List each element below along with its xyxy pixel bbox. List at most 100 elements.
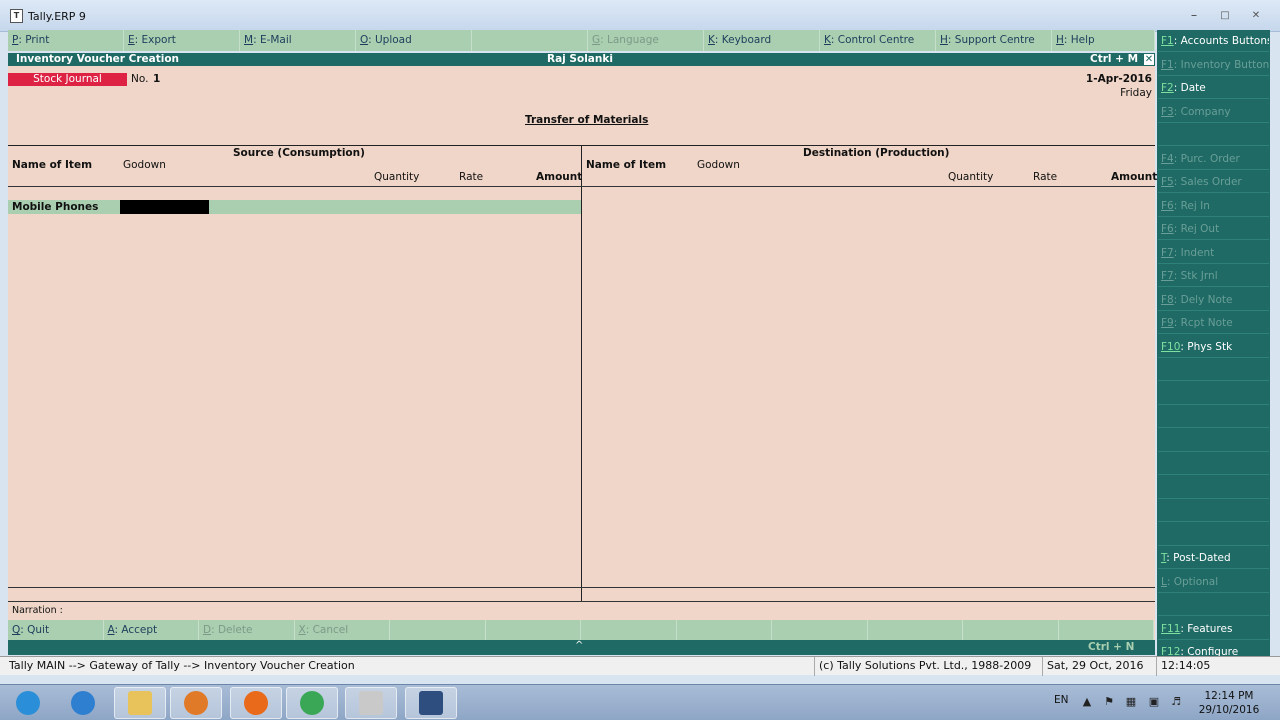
close-screen-icon[interactable]: ✕ (1143, 53, 1155, 66)
side-button-5[interactable]: F4: Purc. Order (1158, 147, 1269, 170)
shortcut-key: K (708, 34, 715, 46)
top-button-7[interactable]: K: Control Centre (820, 30, 936, 51)
start-button-icon[interactable] (2, 687, 54, 719)
top-button-9[interactable]: H: Help (1052, 30, 1155, 51)
top-button-bar: P: Print E: Export M: E-Mail O: Upload G: La… (8, 30, 1155, 51)
side-button-0[interactable]: F1: Accounts Buttons (1158, 30, 1269, 52)
source-godown-header: Godown (123, 159, 166, 171)
divider (8, 186, 1155, 187)
top-button-0[interactable]: P: Print (8, 30, 124, 51)
button-label: : Support Centre (947, 34, 1035, 46)
button-label: : Optional (1166, 575, 1219, 588)
save-disk-glyph (419, 691, 443, 715)
side-button-1[interactable]: F1: Inventory Buttons (1158, 53, 1269, 76)
side-button-13[interactable]: F10: Phys Stk (1158, 335, 1269, 358)
top-button-8[interactable]: H: Support Centre (936, 30, 1052, 51)
bottom-button-2[interactable]: D: Delete (199, 620, 295, 640)
top-button-1[interactable]: E: Export (124, 30, 240, 51)
side-button-8[interactable]: F6: Rej Out (1158, 218, 1269, 240)
close-window-button[interactable]: ✕ (1243, 10, 1269, 24)
bottom-button-1[interactable]: A: Accept (103, 620, 199, 640)
top-button-2[interactable]: M: E-Mail (240, 30, 356, 51)
shortcut-key: F8 (1161, 293, 1174, 306)
network-icon[interactable]: ▣ (1148, 696, 1160, 708)
shortcut-key: F10 (1161, 340, 1181, 353)
side-button-16 (1158, 406, 1269, 428)
side-button-11[interactable]: F8: Dely Note (1158, 288, 1269, 311)
language-indicator[interactable]: EN (1054, 694, 1069, 706)
side-button-4 (1158, 124, 1269, 146)
tally-app-icon[interactable] (345, 687, 397, 719)
firefox-glyph (244, 691, 268, 715)
taskbar-clock[interactable]: 12:14 PM 29/10/2016 (1194, 689, 1264, 717)
voucher-type-badge[interactable]: Stock Journal (8, 73, 127, 86)
button-label: : Rcpt Note (1173, 317, 1233, 329)
voucher-date[interactable]: 1-Apr-2016 (1086, 73, 1152, 85)
destination-name-of-item-header: Name of Item (586, 159, 667, 171)
header-shortcut: Ctrl + M (1090, 53, 1139, 65)
side-button-2[interactable]: F2: Date (1158, 77, 1269, 99)
side-button-9[interactable]: F7: Indent (1158, 241, 1269, 264)
side-button-10[interactable]: F7: Stk Jrnl (1158, 265, 1269, 287)
shortcut-key: F7 (1161, 246, 1174, 259)
side-button-6[interactable]: F5: Sales Order (1158, 171, 1269, 193)
destination-rate-header: Rate (1033, 171, 1058, 183)
source-heading: Source (Consumption) (233, 147, 365, 159)
side-button-20 (1158, 500, 1269, 522)
side-button-25[interactable]: F11: Features (1158, 617, 1269, 640)
media-player-icon[interactable] (170, 687, 222, 719)
voucher-no-value: 1 (153, 73, 161, 85)
source-item-name[interactable]: Mobile Phones (12, 200, 98, 214)
side-button-7[interactable]: F6: Rej In (1158, 194, 1269, 217)
top-button-5[interactable]: G: Language (588, 30, 704, 51)
save-disk-icon[interactable] (405, 687, 457, 719)
voucher-no-label: No. (131, 73, 149, 85)
shortcut-key: M (244, 34, 254, 46)
button-label: : E-Mail (253, 34, 292, 46)
bottom-button-8 (772, 620, 868, 640)
bottom-button-9 (867, 620, 963, 640)
bottom-button-bar: Q: Quit A: Accept D: Delete X: Cancel (8, 620, 1155, 640)
godown-input-cursor[interactable] (120, 200, 209, 214)
firefox-icon[interactable] (230, 687, 282, 719)
side-button-22[interactable]: T: Post-Dated (1158, 547, 1269, 569)
bottom-shortcut: Ctrl + N (1088, 641, 1135, 653)
bottom-button-0[interactable]: Q: Quit (8, 620, 104, 640)
maximize-button[interactable]: □ (1212, 10, 1238, 24)
clock-date: 29/10/2016 (1198, 704, 1260, 716)
voucher-form: Stock Journal No. 1 1-Apr-2016 Friday Tr… (8, 66, 1157, 640)
source-name-of-item-header: Name of Item (12, 159, 93, 171)
shortcut-key: K (824, 34, 831, 46)
side-button-17 (1158, 429, 1269, 452)
flag-icon[interactable]: ⚑ (1103, 696, 1115, 708)
volume-icon[interactable]: ♬ (1170, 696, 1182, 708)
side-button-19 (1158, 476, 1269, 499)
shortcut-key: F6 (1161, 223, 1174, 235)
side-button-3[interactable]: F3: Company (1158, 100, 1269, 123)
source-amount-header: Amount (536, 171, 583, 183)
chrome-icon[interactable] (286, 687, 338, 719)
button-label: : Dely Note (1173, 293, 1233, 306)
status-bar: Tally MAIN --> Gateway of Tally --> Inve… (0, 656, 1280, 676)
button-label: : Upload (368, 34, 412, 46)
device-icon[interactable]: ▦ (1125, 696, 1137, 708)
internet-explorer-icon[interactable] (57, 687, 109, 719)
side-button-23[interactable]: L: Optional (1158, 570, 1269, 593)
minimize-button[interactable]: ⎯ (1181, 10, 1207, 24)
button-label: : Cancel (305, 624, 349, 636)
side-button-12[interactable]: F9: Rcpt Note (1158, 312, 1269, 334)
tray-expand-icon[interactable]: ▲ (1081, 696, 1093, 708)
side-button-14 (1158, 359, 1269, 381)
top-button-3[interactable]: O: Upload (356, 30, 472, 51)
side-button-18 (1158, 453, 1269, 475)
shortcut-key: E (128, 34, 135, 46)
bottom-button-3[interactable]: X: Cancel (294, 620, 390, 640)
shortcut-key: F1 (1161, 35, 1174, 47)
button-label: : Phys Stk (1180, 340, 1233, 353)
source-rate-header: Rate (459, 171, 484, 183)
voucher-day: Friday (1120, 87, 1152, 99)
file-explorer-icon[interactable] (114, 687, 166, 719)
top-button-6[interactable]: K: Keyboard (704, 30, 820, 51)
expand-caret-icon[interactable]: ^ (575, 640, 583, 651)
shortcut-key: H (940, 34, 948, 46)
